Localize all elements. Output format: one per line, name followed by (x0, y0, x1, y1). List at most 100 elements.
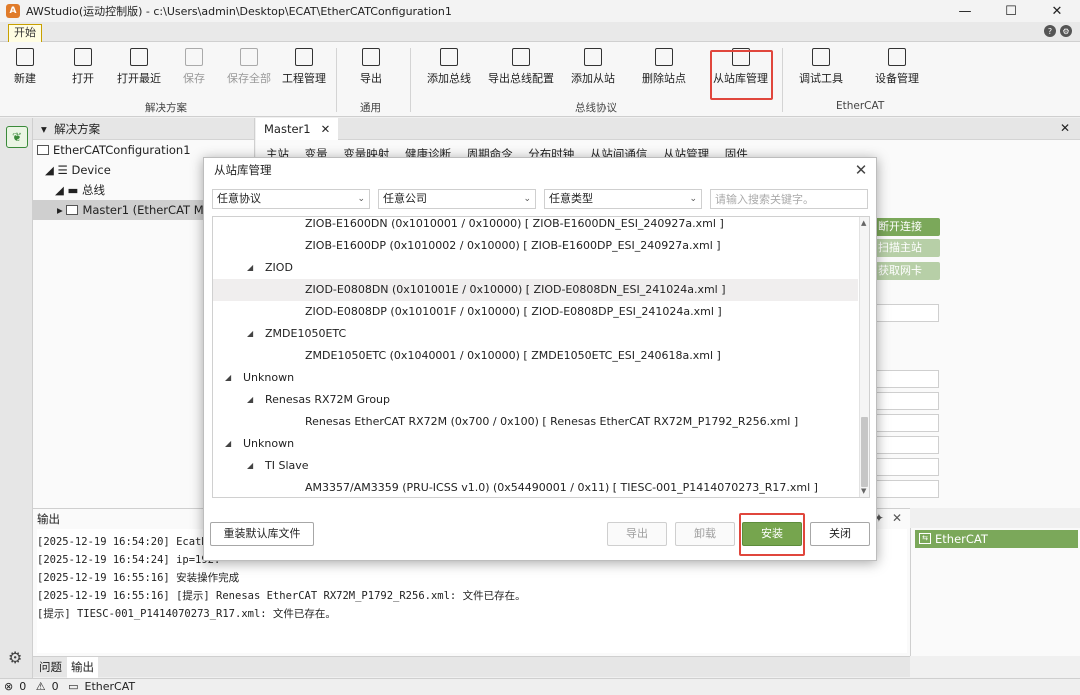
expand-toggle-icon[interactable]: ◢ (247, 389, 253, 411)
background-select[interactable] (873, 414, 939, 432)
add-bus-button[interactable]: 添加总线 (427, 48, 471, 86)
open-button[interactable]: 打开 (72, 48, 94, 86)
close-window-button[interactable]: ✕ (1034, 0, 1080, 22)
ribbon-toolbar: 新建 打开 打开最近 保存 保存全部 工程管理 导出 添加总线 导出总线配置 添… (0, 42, 1080, 117)
tab-start[interactable]: 开始 (8, 24, 42, 42)
tree-slave-item[interactable]: ZIOD-E0808DP (0x101001F / 0x10000) [ ZIO… (213, 301, 858, 323)
ethercat-list-item[interactable]: ⇆ EtherCAT (915, 530, 1078, 548)
new-icon (16, 48, 34, 66)
tree-slave-item[interactable]: ZIOB-E1600DP (0x1010002 / 0x10000) [ ZIO… (213, 235, 858, 257)
dialog-close-button[interactable]: 关闭 (810, 522, 870, 546)
export-library-button[interactable]: 导出 (607, 522, 667, 546)
document-tab-bar: Master1 ✕ ✕ (256, 118, 1080, 140)
ribbon-divider (336, 48, 337, 112)
scroll-down-icon[interactable]: ▼ (861, 487, 866, 495)
tree-slave-item[interactable]: AM3357/AM3359 (PRU-ICSS v1.0) (0x5449000… (213, 477, 858, 497)
tree-slave-item[interactable]: ZMDE1050ETC (0x1040001 / 0x10000) [ ZMDE… (213, 345, 858, 367)
expand-toggle-icon[interactable]: ◢ (225, 367, 231, 389)
reload-default-library-button[interactable]: 重装默认库文件 (210, 522, 314, 546)
expand-toggle-icon[interactable]: ◢ (247, 323, 253, 345)
tree-slave-item[interactable]: Renesas EtherCAT RX72M (0x700 / 0x100) [… (213, 411, 858, 433)
log-line: [2025-12-19 16:55:16] 安装操作完成 (37, 572, 240, 584)
tree-item-label: ZIOD-E0808DN (0x101001E / 0x10000) [ ZIO… (305, 283, 726, 296)
tree-slave-item[interactable]: ZIOD-E0808DN (0x101001E / 0x10000) [ ZIO… (213, 279, 858, 301)
tree-item-label: Unknown (243, 371, 295, 384)
close-tab-icon[interactable]: ✕ (321, 122, 331, 136)
scan-master-button[interactable]: 扫描主站 (872, 239, 940, 257)
save-all-button[interactable]: 保存全部 (227, 48, 271, 86)
slave-library-highlight (710, 50, 773, 100)
background-field[interactable] (873, 480, 939, 498)
tree-item-label: Unknown (243, 437, 295, 450)
export-bus-config-button[interactable]: 导出总线配置 (488, 48, 554, 86)
chevron-down-icon: ⌄ (357, 194, 365, 204)
close-icon[interactable]: ✕ (892, 511, 902, 525)
solution-leaf-icon[interactable]: ❦ (6, 126, 28, 148)
expand-toggle-icon[interactable]: ◢ (247, 455, 253, 477)
tree-item-label: TI Slave (265, 459, 309, 472)
code-icon: ▭ (68, 680, 79, 693)
new-button[interactable]: 新建 (14, 48, 36, 86)
dialog-close-icon[interactable]: ✕ (852, 161, 870, 179)
search-input[interactable] (710, 189, 868, 209)
company-filter-select[interactable]: 任意公司 ⌄ (378, 189, 536, 209)
group-label-bus-protocol: 总线协议 (575, 102, 617, 114)
slave-library-tree: ZIOB-E1600DN (0x1010001 / 0x10000) [ ZIO… (212, 216, 870, 498)
tree-group-node[interactable]: ◢ Renesas RX72M Group (213, 389, 858, 411)
open-recent-button[interactable]: 打开最近 (117, 48, 161, 86)
mode-label: EtherCAT (84, 680, 136, 693)
slave-library-dialog: 从站库管理 ✕ 任意协议 ⌄ 任意公司 ⌄ 任意类型 ⌄ ZIOB-E1600D… (203, 157, 877, 561)
add-slave-button[interactable]: 添加从站 (571, 48, 615, 86)
tree-slave-item[interactable]: ZIOB-E1600DN (0x1010001 / 0x10000) [ ZIO… (213, 217, 858, 235)
close-document-icon[interactable]: ✕ (1060, 121, 1070, 135)
tab-master1[interactable]: Master1 ✕ (256, 118, 339, 140)
uninstall-button[interactable]: 卸载 (675, 522, 735, 546)
tree-item-label: AM3357/AM3359 (PRU-ICSS v1.0) (0x5449000… (305, 481, 818, 494)
expand-toggle-icon[interactable]: ◢ (225, 433, 231, 455)
tree-group-node[interactable]: ◢ TI Slave (213, 455, 858, 477)
tree-item-label: ZMDE1050ETC (0x1040001 / 0x10000) [ ZMDE… (305, 349, 721, 362)
scroll-thumb[interactable] (861, 417, 868, 487)
debug-tool-icon (812, 48, 830, 66)
chevron-down-icon: ⌄ (689, 194, 697, 204)
tree-group-node[interactable]: ◢ ZMDE1050ETC (213, 323, 858, 345)
tree-item-label: ZIOD-E0808DP (0x101001F / 0x10000) [ ZIO… (305, 305, 722, 318)
background-select[interactable] (873, 392, 939, 410)
background-select[interactable] (873, 304, 939, 322)
settings-icon[interactable]: ⚙ (1060, 25, 1072, 37)
type-filter-select[interactable]: 任意类型 ⌄ (544, 189, 702, 209)
master-icon (66, 205, 79, 215)
background-select[interactable] (873, 436, 939, 454)
delete-station-button[interactable]: 删除站点 (642, 48, 686, 86)
save-button[interactable]: 保存 (183, 48, 205, 86)
tree-group-node[interactable]: ◢ Unknown (213, 367, 858, 389)
tab-output[interactable]: 输出 (67, 657, 98, 678)
ribbon-divider (782, 48, 783, 112)
scroll-up-icon[interactable]: ▲ (861, 219, 866, 227)
install-highlight (739, 513, 805, 556)
protocol-filter-select[interactable]: 任意协议 ⌄ (212, 189, 370, 209)
disconnect-button[interactable]: 断开连接 (872, 218, 940, 236)
delete-station-icon (655, 48, 673, 66)
background-field[interactable] (873, 370, 939, 388)
maximize-button[interactable]: ☐ (988, 0, 1034, 22)
tab-problems[interactable]: 问题 (35, 657, 66, 678)
tree-group-node[interactable]: ◢ ZIOD (213, 257, 858, 279)
export-button[interactable]: 导出 (360, 48, 382, 86)
error-count: 0 (19, 680, 27, 693)
chevron-down-icon: ⌄ (523, 194, 531, 204)
minimize-button[interactable]: — (942, 0, 988, 22)
debug-tool-button[interactable]: 调试工具 (799, 48, 843, 86)
background-field[interactable] (873, 458, 939, 476)
get-nic-button[interactable]: 获取网卡 (872, 262, 940, 280)
project-manage-button[interactable]: 工程管理 (282, 48, 326, 86)
add-slave-icon (584, 48, 602, 66)
help-icon[interactable]: ? (1044, 25, 1056, 37)
gear-icon[interactable]: ⚙ (8, 648, 22, 667)
tree-scrollbar[interactable]: ▲ ▼ (859, 217, 869, 497)
expand-toggle-icon[interactable]: ◢ (247, 257, 253, 279)
device-manage-button[interactable]: 设备管理 (875, 48, 919, 86)
export-bus-config-icon (512, 48, 530, 66)
tree-group-node[interactable]: ◢ Unknown (213, 433, 858, 455)
solution-panel-header: ▾ 解决方案 (33, 118, 254, 140)
